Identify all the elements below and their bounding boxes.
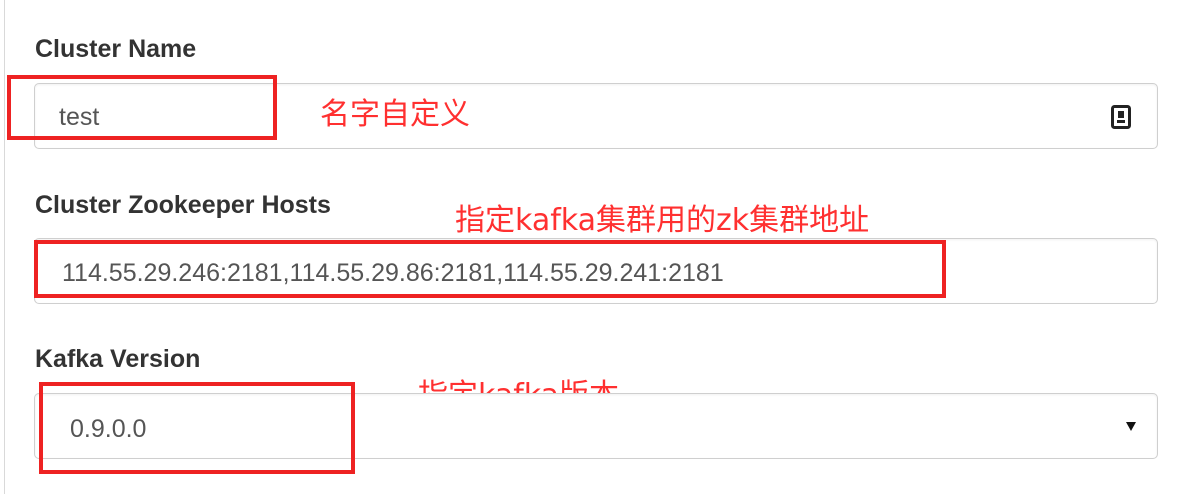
panel-border [4, 0, 5, 494]
cluster-name-value[interactable]: test [59, 102, 99, 132]
zk-hosts-input[interactable]: 114.55.29.246:2181,114.55.29.86:2181,114… [34, 238, 1158, 304]
kafka-version-selected[interactable]: 0.9.0.0 [70, 414, 146, 444]
zk-hosts-label: Cluster Zookeeper Hosts [35, 191, 331, 219]
cluster-name-annotation: 名字自定义 [320, 97, 470, 132]
keyboard-icon[interactable] [1111, 105, 1131, 129]
kafka-version-select[interactable]: 0.9.0.0 [34, 393, 1158, 459]
caret-down-icon[interactable] [1125, 418, 1137, 434]
cluster-form: Cluster Name test 名字自定义 Cluster Zookeepe… [0, 0, 1198, 494]
zk-hosts-annotation: 指定kafka集群用的zk集群地址 [455, 203, 870, 238]
cluster-name-input[interactable]: test [34, 83, 1158, 149]
zk-hosts-value[interactable]: 114.55.29.246:2181,114.55.29.86:2181,114… [62, 258, 724, 288]
kafka-version-label: Kafka Version [35, 345, 201, 373]
cluster-name-label: Cluster Name [35, 35, 197, 63]
